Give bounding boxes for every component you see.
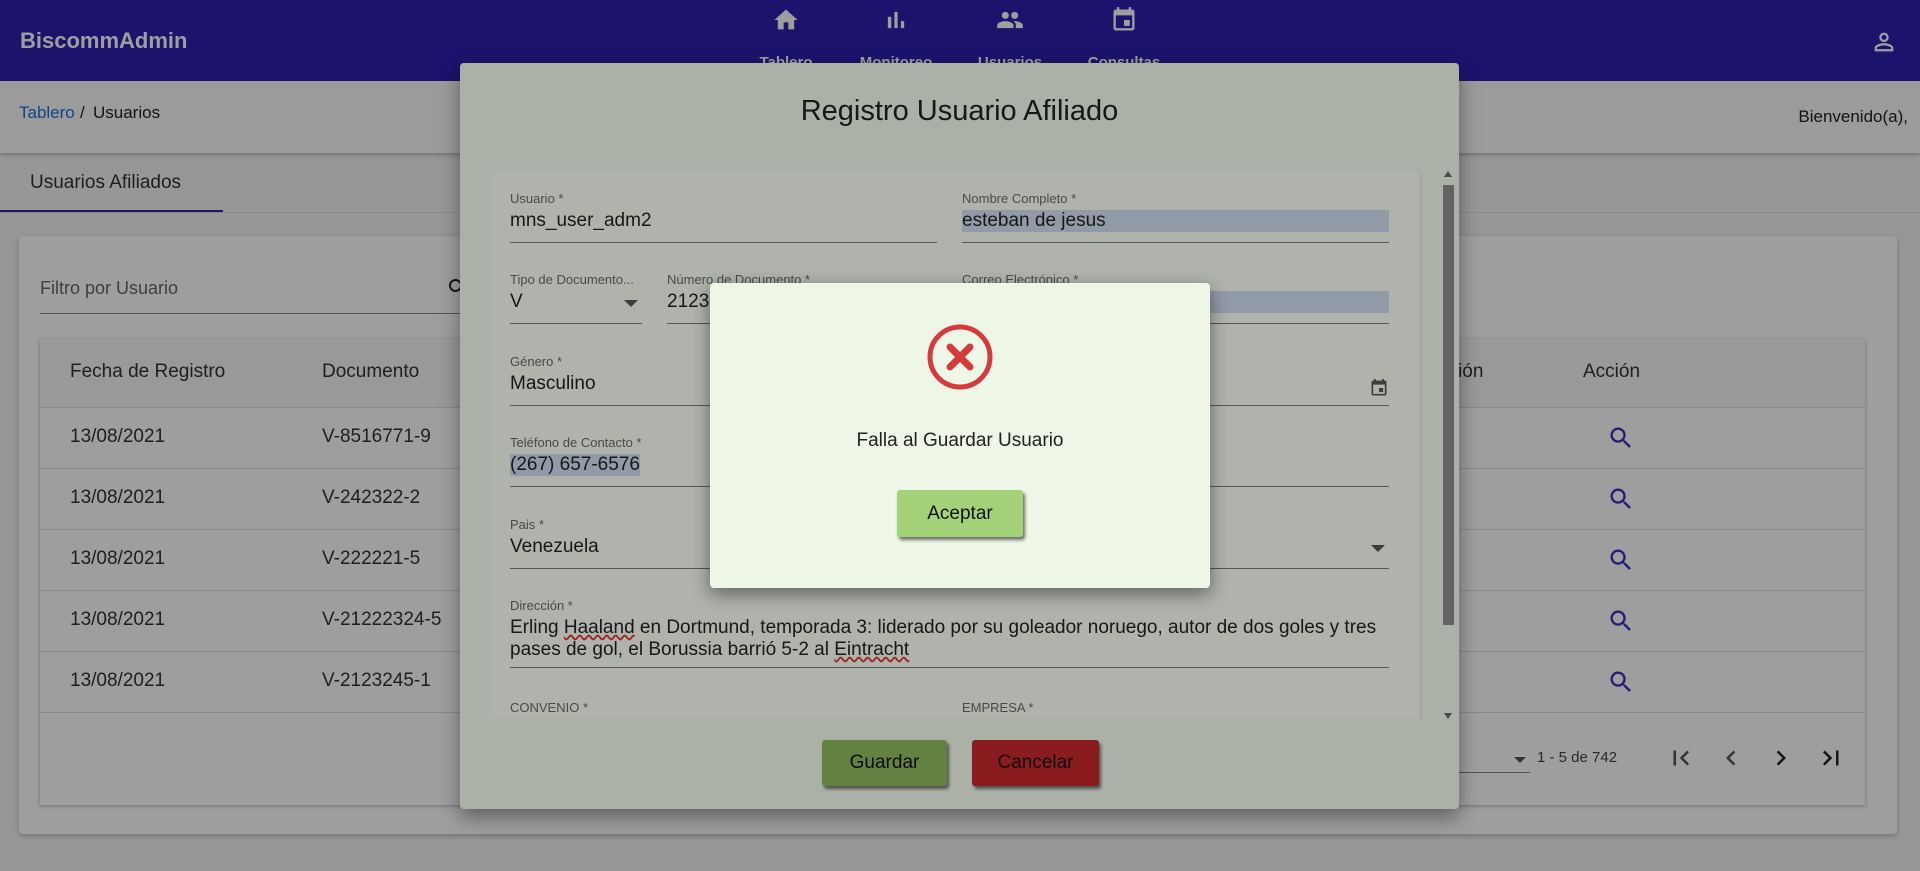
error-alert: Falla al Guardar Usuario Aceptar (710, 283, 1210, 588)
accept-button[interactable]: Aceptar (897, 490, 1023, 537)
error-x-icon (927, 324, 993, 390)
alert-message: Falla al Guardar Usuario (856, 430, 1064, 451)
